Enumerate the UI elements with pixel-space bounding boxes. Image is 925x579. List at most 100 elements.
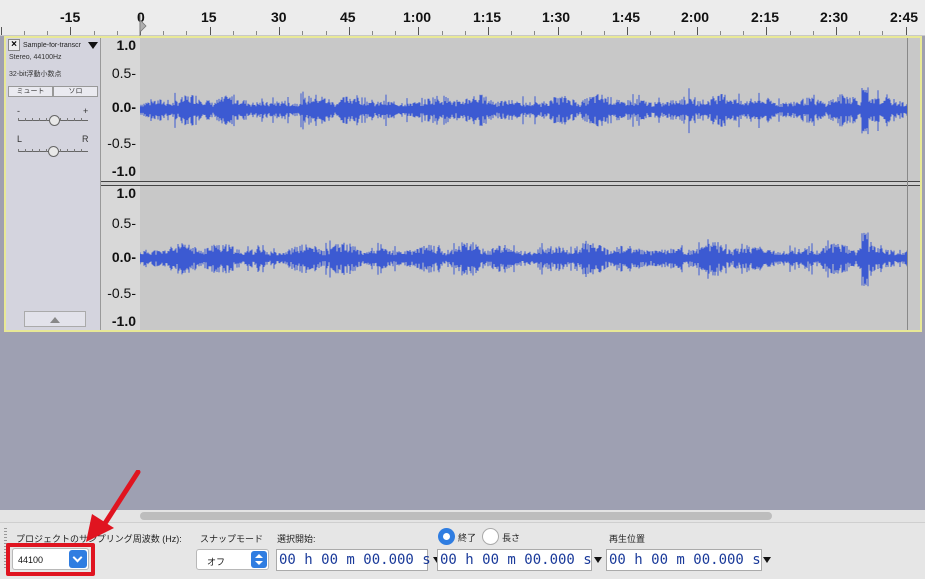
ruler-tick (372, 31, 373, 35)
track-name[interactable]: Sample-for-transcr (23, 42, 85, 49)
snap-mode-select[interactable]: オフ (196, 549, 269, 570)
ruler-label: -15 (60, 9, 81, 25)
selection-start-time-text: 00 h 00 m 00.000 s (279, 552, 431, 568)
ruler-tick (441, 31, 443, 35)
time-format-dropdown-icon[interactable] (762, 557, 771, 563)
ruler-tick (534, 31, 536, 35)
mute-button[interactable]: ミュート (8, 86, 53, 97)
track-menu-icon[interactable] (88, 41, 98, 49)
ruler-tick (882, 31, 884, 35)
selection-end-time[interactable]: 00 h 00 m 00.000 s (437, 549, 602, 571)
waveform-path (140, 87, 908, 135)
ruler-tick (696, 27, 698, 35)
ruler-label: 1:30 (542, 9, 571, 25)
vruler-label: 1.0 (116, 185, 136, 201)
ruler-tick (186, 31, 188, 35)
vruler-label: -0.5- (107, 135, 136, 151)
ruler-label: 15 (201, 9, 217, 25)
length-radio[interactable] (482, 528, 499, 545)
ruler-tick (650, 31, 652, 35)
vruler-label: 0.5- (111, 215, 136, 231)
ruler-tick (24, 31, 25, 35)
vruler-label: -1.0 (111, 313, 136, 329)
snap-label: スナップモード (200, 534, 264, 544)
track-buttons: ミュート ソロ (8, 86, 98, 97)
ruler-label: 1:00 (403, 9, 432, 25)
ruler-tick (720, 31, 721, 35)
ruler-tick (418, 27, 420, 35)
collapse-track-button[interactable] (24, 311, 86, 327)
vruler-label: 0.5- (111, 65, 136, 81)
vruler-label: -0.5- (107, 285, 136, 301)
end-radio-label: 終了 (458, 533, 477, 543)
end-radio[interactable] (438, 528, 455, 545)
ruler-tick (256, 31, 257, 35)
ruler-tick (604, 31, 605, 35)
ruler-tick (766, 27, 768, 35)
time-format-dropdown-icon[interactable] (593, 557, 602, 563)
selection-start-label: 選択開始: (277, 534, 316, 544)
ruler-tick (302, 31, 304, 35)
ruler-tick (627, 27, 629, 35)
track-title-bar: × Sample-for-transcr (6, 38, 101, 52)
ruler-tick (743, 31, 745, 35)
ruler-label: 2:30 (820, 9, 849, 25)
ruler-label: 45 (340, 9, 356, 25)
ruler-tick (395, 31, 397, 35)
ruler-tick (70, 27, 72, 35)
ruler-tick (209, 27, 211, 35)
play-head-icon[interactable] (138, 14, 147, 36)
pan-slider[interactable] (18, 143, 88, 157)
waveform-right[interactable] (140, 186, 908, 330)
ruler-tick (905, 27, 907, 35)
ruler-tick (47, 31, 49, 35)
ruler-tick (557, 27, 559, 35)
ruler-tick (325, 31, 327, 35)
track-control-panel[interactable]: × Sample-for-transcr Stereo, 44100Hz 32-… (6, 38, 101, 330)
ruler-tick (93, 31, 95, 35)
ruler-tick (580, 31, 582, 35)
ruler-label: 2:45 (890, 9, 919, 25)
ruler-tick (789, 31, 791, 35)
ruler-tick (673, 31, 675, 35)
ruler-tick (511, 31, 513, 35)
ruler-label: 30 (271, 9, 287, 25)
vruler-label: 1.0 (116, 37, 136, 53)
ruler-label: 2:00 (681, 9, 710, 25)
ruler-tick (232, 31, 234, 35)
ruler-label: 1:45 (612, 9, 641, 25)
play-position-label: 再生位置 (609, 534, 646, 544)
ruler-tick (0, 27, 2, 35)
waveform-path (140, 232, 908, 287)
stepper-icon[interactable] (251, 551, 267, 568)
ruler-tick (836, 27, 837, 35)
ruler-tick (488, 27, 489, 35)
gain-slider-knob[interactable] (48, 115, 60, 126)
clip-end-line (907, 38, 908, 330)
ruler-tick (859, 31, 861, 35)
selection-end-time-text: 00 h 00 m 00.000 s (440, 552, 592, 568)
track-bit-depth: 32-bit浮動小数点 (9, 71, 62, 78)
ruler-tick (464, 31, 466, 35)
vruler-label: -1.0 (111, 163, 136, 179)
ruler-tick (279, 27, 281, 35)
length-radio-label: 長さ (502, 533, 521, 543)
close-track-button[interactable]: × (8, 39, 20, 51)
waveform-left[interactable] (140, 38, 908, 181)
ruler-tick (812, 31, 814, 35)
vruler-label: 0.0- (111, 249, 136, 265)
snap-mode-value: オフ (207, 557, 226, 567)
ruler-tick (348, 27, 350, 35)
horizontal-scrollbar-thumb[interactable] (140, 512, 772, 520)
ruler-label: 1:15 (473, 9, 502, 25)
play-position-time[interactable]: 00 h 00 m 00.000 s (606, 549, 771, 571)
collapse-up-icon (50, 317, 60, 323)
ruler-tick (116, 31, 118, 35)
selection-start-time[interactable]: 00 h 00 m 00.000 s (276, 549, 441, 571)
solo-button[interactable]: ソロ (53, 86, 98, 97)
gain-slider[interactable] (18, 112, 88, 126)
red-arrow-icon (86, 470, 141, 542)
track-format: Stereo, 44100Hz (9, 54, 62, 61)
ruler-label: 2:15 (751, 9, 780, 25)
pan-slider-knob[interactable] (47, 146, 59, 157)
